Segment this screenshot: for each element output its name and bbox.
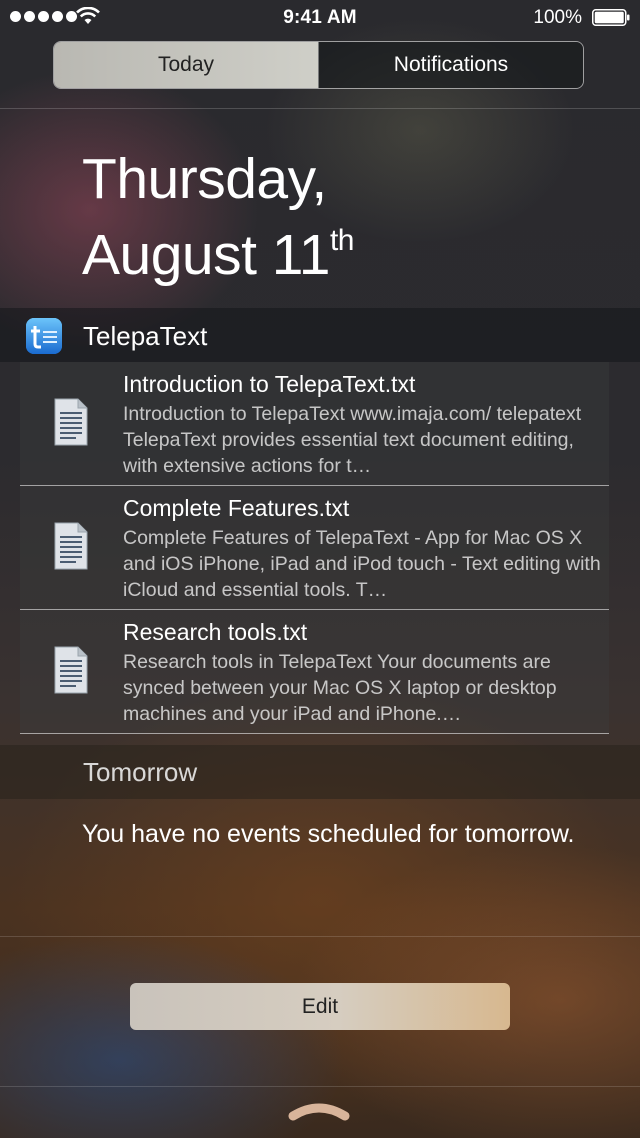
tab-notifications[interactable]: Notifications — [318, 42, 583, 88]
grabber-handle-icon[interactable] — [287, 1103, 351, 1121]
document-title: Introduction to TelepaText.txt — [123, 371, 416, 397]
document-list: Introduction to TelepaText.txt Introduct… — [0, 362, 640, 734]
telepatext-widget-header[interactable]: TelepaText — [0, 308, 640, 362]
widget-title: TelepaText — [83, 321, 208, 351]
date-month-day: August 11th — [82, 212, 355, 288]
date-weekday: Thursday, — [82, 147, 327, 211]
document-title: Research tools.txt — [123, 619, 308, 645]
battery-icon — [592, 9, 630, 26]
list-item[interactable]: Complete Features.txt Complete Features … — [20, 486, 609, 610]
tab-today[interactable]: Today — [54, 42, 318, 88]
document-title: Complete Features.txt — [123, 495, 350, 521]
today-notifications-segment: Today Notifications — [53, 41, 584, 89]
document-preview: Research tools in TelepaText Your docume… — [123, 651, 557, 725]
divider — [0, 1086, 640, 1087]
battery-percent: 100% — [533, 7, 582, 28]
tomorrow-title: Tomorrow — [83, 757, 198, 787]
telepatext-app-icon — [26, 318, 62, 354]
app-glyph-icon — [26, 318, 62, 354]
divider — [0, 108, 640, 109]
status-bar: 9:41 AM 100% — [0, 0, 640, 36]
document-icon — [54, 646, 88, 694]
document-preview: Complete Features of TelepaText - App fo… — [123, 527, 601, 601]
list-item[interactable]: Research tools.txt Research tools in Tel… — [20, 610, 609, 734]
document-icon — [54, 522, 88, 570]
divider — [0, 936, 640, 937]
date-ordinal-suffix: th — [329, 224, 355, 257]
list-item[interactable]: Introduction to TelepaText.txt Introduct… — [20, 362, 609, 486]
document-preview: Introduction to TelepaText www.imaja.com… — [123, 403, 582, 477]
edit-button[interactable]: Edit — [130, 983, 510, 1030]
document-icon — [54, 398, 88, 446]
date-month-day-text: August 11 — [82, 223, 330, 287]
tomorrow-widget-header[interactable]: Tomorrow — [0, 745, 640, 799]
tomorrow-message: You have no events scheduled for tomorro… — [82, 820, 575, 848]
